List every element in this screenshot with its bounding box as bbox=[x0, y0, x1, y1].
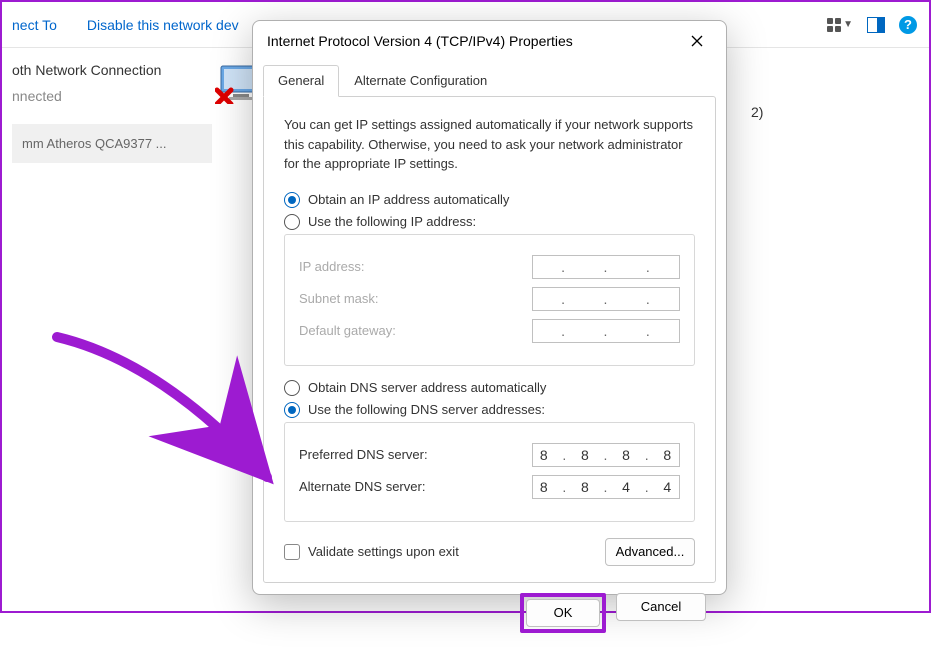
adapter-count-suffix: 2) bbox=[751, 104, 763, 120]
help-icon[interactable]: ? bbox=[899, 16, 917, 34]
validate-checkbox[interactable] bbox=[284, 544, 300, 560]
advanced-button[interactable]: Advanced... bbox=[605, 538, 695, 566]
preferred-dns-label: Preferred DNS server: bbox=[299, 447, 532, 462]
alternate-dns-input[interactable]: 8. 8. 4. 4 bbox=[532, 475, 680, 499]
view-options-icon[interactable]: ▼ bbox=[827, 18, 853, 32]
adapter-card[interactable]: mm Atheros QCA9377 ... bbox=[12, 124, 212, 163]
radio-ip-manual[interactable]: Use the following IP address: bbox=[284, 214, 695, 230]
cancel-button[interactable]: Cancel bbox=[616, 593, 706, 621]
gateway-label: Default gateway: bbox=[299, 323, 532, 338]
radio-label: Use the following DNS server addresses: bbox=[308, 402, 545, 417]
tab-general[interactable]: General bbox=[263, 65, 339, 97]
subnet-input: ... bbox=[532, 287, 680, 311]
radio-label: Use the following IP address: bbox=[308, 214, 476, 229]
subnet-label: Subnet mask: bbox=[299, 291, 532, 306]
ipv4-properties-dialog: Internet Protocol Version 4 (TCP/IPv4) P… bbox=[252, 20, 727, 595]
radio-icon bbox=[284, 192, 300, 208]
dns-field-group: Preferred DNS server: 8. 8. 8. 8 Alterna… bbox=[284, 422, 695, 522]
ip-field-group: IP address: ... Subnet mask: ... Default… bbox=[284, 234, 695, 366]
bg-content: oth Network Connection nnected mm Athero… bbox=[2, 52, 222, 173]
alternate-dns-label: Alternate DNS server: bbox=[299, 479, 532, 494]
close-icon[interactable] bbox=[682, 26, 712, 56]
tab-strip: General Alternate Configuration bbox=[263, 65, 716, 97]
radio-icon bbox=[284, 402, 300, 418]
tab-body: You can get IP settings assigned automat… bbox=[263, 96, 716, 583]
preferred-dns-input[interactable]: 8. 8. 8. 8 bbox=[532, 443, 680, 467]
details-pane-icon[interactable] bbox=[867, 17, 885, 33]
radio-dns-auto[interactable]: Obtain DNS server address automatically bbox=[284, 380, 695, 396]
radio-ip-auto[interactable]: Obtain an IP address automatically bbox=[284, 192, 695, 208]
radio-icon bbox=[284, 380, 300, 396]
validate-label: Validate settings upon exit bbox=[308, 544, 459, 559]
intro-text: You can get IP settings assigned automat… bbox=[284, 115, 695, 174]
connect-to-link[interactable]: nect To bbox=[12, 17, 57, 33]
radio-label: Obtain an IP address automatically bbox=[308, 192, 509, 207]
gateway-input: ... bbox=[532, 319, 680, 343]
dialog-buttons: OK Cancel bbox=[253, 593, 726, 651]
radio-label: Obtain DNS server address automatically bbox=[308, 380, 546, 395]
ip-address-input: ... bbox=[532, 255, 680, 279]
adapter-status: nnected bbox=[12, 88, 212, 104]
radio-dns-manual[interactable]: Use the following DNS server addresses: bbox=[284, 402, 695, 418]
tab-alternate[interactable]: Alternate Configuration bbox=[339, 65, 502, 97]
ip-address-label: IP address: bbox=[299, 259, 532, 274]
disable-device-link[interactable]: Disable this network dev bbox=[87, 17, 239, 33]
dialog-titlebar[interactable]: Internet Protocol Version 4 (TCP/IPv4) P… bbox=[253, 21, 726, 61]
radio-icon bbox=[284, 214, 300, 230]
adapter-name: oth Network Connection bbox=[12, 62, 212, 78]
dialog-title: Internet Protocol Version 4 (TCP/IPv4) P… bbox=[267, 33, 682, 49]
